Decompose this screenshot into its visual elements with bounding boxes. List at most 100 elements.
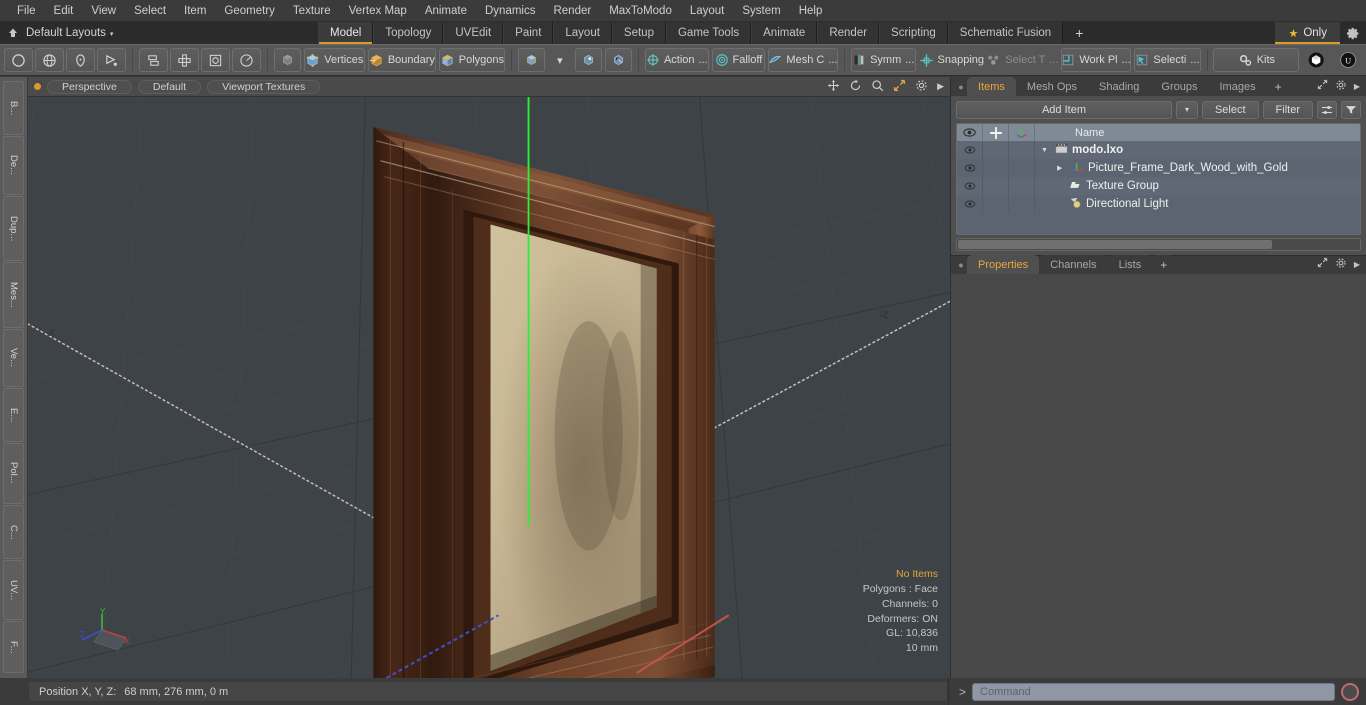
menu-item-edit[interactable]: Edit [45,3,83,19]
panel-menu-dot-icon[interactable]: ● [955,255,967,274]
tab-model[interactable]: Model [318,22,374,44]
table-row[interactable]: ▼ modo.lxo [957,141,1360,159]
panel-gear-icon[interactable] [1335,79,1347,94]
menu-item-select[interactable]: Select [125,3,175,19]
row-lock-cell[interactable] [983,177,1009,195]
row-lock-cell[interactable] [983,195,1009,213]
menu-item-maxtomodo[interactable]: MaxToModo [600,3,681,19]
menu-item-render[interactable]: Render [544,3,600,19]
item-tree-row-directional-light[interactable]: Directional Light [1035,197,1168,212]
viewport-3d[interactable]: -X -Z Y X Z No Items Polygons: Face Cha… [28,97,950,678]
row-lock-cell[interactable] [983,159,1009,177]
row-transform-cell[interactable] [1009,141,1035,159]
axis-local-icon[interactable] [604,48,632,72]
vtab-mesh-edit[interactable]: Mes... [3,262,24,328]
component-vertices-button[interactable]: Vertices [303,48,365,72]
add-item-button[interactable]: Add Item [956,100,1172,119]
work-plane-button[interactable]: Work Pl ... [1060,48,1132,72]
tab-topology[interactable]: Topology [373,22,444,44]
menu-item-item[interactable]: Item [175,3,215,19]
expand-icon[interactable] [1317,79,1328,93]
tab-game-tools[interactable]: Game Tools [665,22,752,44]
tab-lists[interactable]: Lists [1107,255,1153,274]
row-visibility-eye-icon[interactable] [957,141,983,159]
select-through-button[interactable]: Select T ... [987,48,1059,72]
panel-more-icon[interactable]: ▶ [1354,260,1360,269]
tab-animate[interactable]: Animate [751,22,818,44]
add-tab-button[interactable]: + [1063,22,1096,44]
panel-more-icon[interactable]: ▶ [1354,82,1360,91]
menu-item-texture[interactable]: Texture [284,3,340,19]
filter-funnel-icon[interactable] [1341,100,1361,119]
tab-layout[interactable]: Layout [553,22,612,44]
layout-selector[interactable]: Default Layouts ▾ [26,27,113,39]
item-tree-empty-space[interactable] [957,213,1360,234]
globe-icon[interactable] [35,48,64,72]
table-row[interactable]: Texture Group [957,177,1360,195]
add-properties-tab-button[interactable]: + [1152,255,1176,274]
selection-sets-button[interactable]: Selecti ... [1134,48,1201,72]
align-icon[interactable] [138,48,168,72]
menu-item-dynamics[interactable]: Dynamics [476,3,544,19]
kits-button[interactable]: Kits [1213,48,1300,72]
viewport-more-icon[interactable]: ▶ [937,81,944,92]
scrollbar-thumb[interactable] [958,240,1273,249]
vtab-duplicate[interactable]: Dup... [3,196,24,262]
snapping-button[interactable]: Snapping [919,48,984,72]
tab-images[interactable]: Images [1208,77,1267,96]
tab-setup[interactable]: Setup [611,22,666,44]
expand-icon[interactable] [1317,257,1328,271]
menu-item-file[interactable]: File [8,3,45,19]
pen-icon[interactable] [66,48,95,72]
rotate-view-icon[interactable] [849,79,862,95]
record-button-icon[interactable] [1341,682,1359,701]
selection-cube-icon[interactable] [273,48,301,72]
panel-menu-dot-icon[interactable]: ● [955,77,967,96]
circle-icon[interactable] [4,48,33,72]
item-tree-row-mesh[interactable]: ▶ Picture_Frame_Dark_Wood_with_Gold [1035,161,1288,176]
item-tree[interactable]: Name ▼ modo.lxo ▶ Picture_Frame_Dark_Woo… [956,123,1361,235]
bounds-icon[interactable] [200,48,230,72]
properties-panel-body[interactable] [951,274,1366,678]
viewport-settings-gear-icon[interactable] [915,79,928,95]
only-toggle-button[interactable]: ★ Only [1275,22,1340,44]
polygon-pen-icon[interactable] [97,48,126,72]
item-tree-row-scene[interactable]: ▼ modo.lxo [1035,143,1123,157]
menu-item-system[interactable]: System [733,3,789,19]
menu-item-view[interactable]: View [82,3,125,19]
vtab-deform[interactable]: De... [3,135,24,196]
filter-options-icon[interactable] [1317,100,1337,119]
viewport-style-selector[interactable]: Default [137,79,202,94]
component-boundary-button[interactable]: Boundary [367,48,436,72]
add-item-dropdown-caret-icon[interactable]: ▾ [1175,100,1198,119]
gear-icon[interactable] [1340,22,1366,44]
add-panel-tab-button[interactable]: + [1266,77,1290,96]
vtab-uv[interactable]: UV... [3,560,24,620]
viewport-shading-selector[interactable]: Viewport Textures [207,79,321,94]
center-icon[interactable] [169,48,199,72]
tab-schematic-fusion[interactable]: Schematic Fusion [947,22,1064,44]
vtab-polygon[interactable]: Pol... [3,442,24,504]
vtab-vertex[interactable]: Ve... [3,328,24,387]
viewport-menu-dot-icon[interactable] [34,83,41,90]
tab-items[interactable]: Items [967,77,1016,96]
row-visibility-eye-icon[interactable] [957,195,983,213]
tab-uvedit[interactable]: UVEdit [443,22,504,44]
mesh-constraint-button[interactable]: Mesh C ... [767,48,839,72]
table-row[interactable]: Directional Light [957,195,1360,213]
home-icon[interactable] [6,26,20,40]
tab-channels[interactable]: Channels [1039,255,1108,274]
row-transform-cell[interactable] [1009,159,1035,177]
tab-mesh-ops[interactable]: Mesh Ops [1015,77,1089,96]
radial-icon[interactable] [231,48,261,72]
menu-item-vertex-map[interactable]: Vertex Map [340,3,416,19]
panel-gear-icon[interactable] [1335,257,1347,272]
row-lock-cell[interactable] [983,141,1009,159]
menu-item-layout[interactable]: Layout [681,3,734,19]
vtab-edge[interactable]: E... [3,388,24,442]
tab-properties[interactable]: Properties [967,255,1040,274]
command-input[interactable] [972,682,1335,701]
tab-scripting[interactable]: Scripting [879,22,948,44]
item-tree-horizontal-scrollbar[interactable] [956,238,1361,251]
mode-dropdown-caret-icon[interactable]: ▾ [548,48,572,72]
